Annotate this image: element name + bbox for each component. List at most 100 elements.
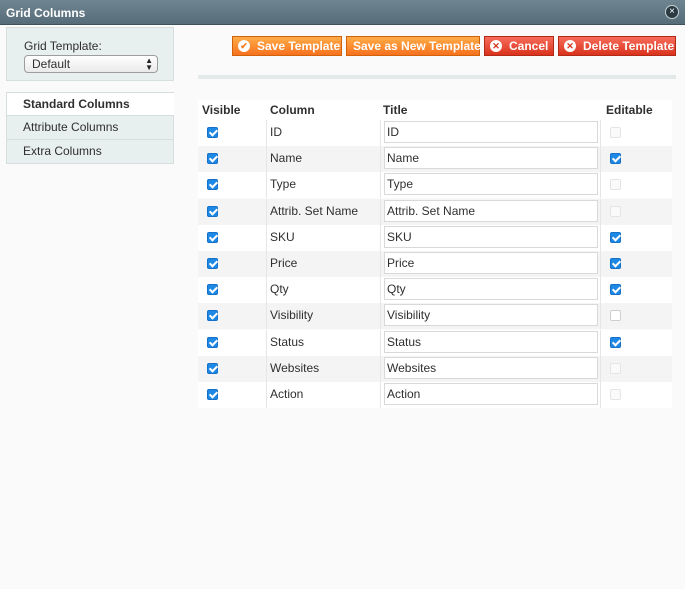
editable-checkbox[interactable] [610,336,621,348]
table-row: SKU SKU [198,224,672,251]
save-as-new-template-button[interactable]: Save as New Template [346,36,481,56]
column-name: Qty [270,282,289,297]
column-separator [380,198,381,225]
save-as-new-template-label: Save as New Template [353,39,481,53]
title-input[interactable]: Type [384,173,598,196]
header-visible: Visible [202,103,241,117]
column-separator [380,224,381,251]
column-separator [600,251,601,277]
visible-checkbox[interactable] [207,336,218,348]
tab-standard-columns[interactable]: Standard Columns [6,92,174,116]
editable-checkbox[interactable] [610,310,621,322]
grid-template-label: Grid Template: [24,39,102,53]
delete-template-label: Delete Template [583,39,675,53]
column-separator [266,172,267,199]
save-template-button[interactable]: ✔ Save Template [232,36,342,56]
editable-checkbox [610,362,621,374]
column-name: Type [270,177,297,192]
column-name: Action [270,387,304,401]
cancel-label: Cancel [509,39,549,53]
title-input[interactable]: ID [384,121,598,143]
window-title: Grid Columns [6,6,86,20]
title-input[interactable]: Name [384,147,598,170]
column-separator [600,355,601,382]
column-separator [380,382,381,408]
column-separator [600,224,601,251]
column-name: SKU [270,229,295,244]
editable-checkbox [610,205,621,217]
columns-grid: Visible Column Title Editable ID ID Name Na… [198,100,672,408]
column-separator [266,198,267,225]
window-titlebar: Grid Columns × [0,0,685,25]
title-input[interactable]: Visibility [384,304,598,327]
table-row: ID ID [198,120,672,146]
column-name: Price [270,256,298,270]
column-separator [266,277,267,304]
title-input[interactable]: Price [384,252,598,274]
tab-attribute-columns[interactable]: Attribute Columns [6,116,174,140]
visible-checkbox[interactable] [207,231,218,243]
title-input[interactable]: SKU [384,225,598,248]
title-input[interactable]: Status [384,330,598,353]
editable-checkbox[interactable] [610,153,621,165]
table-row: Qty Qty [198,277,672,304]
column-separator [266,355,267,382]
visible-checkbox[interactable] [207,389,218,400]
column-separator [266,120,267,146]
table-row: Price Price [198,251,672,277]
table-row: Websites Websites [198,355,672,382]
editable-checkbox [610,179,621,191]
column-separator [266,224,267,251]
column-separator [266,329,267,356]
editable-checkbox [610,389,621,400]
save-template-label: Save Template [257,39,341,53]
grid-template-value: Default [32,57,71,71]
visible-checkbox[interactable] [207,127,218,138]
column-separator [600,198,601,225]
column-separator [600,146,601,173]
check-icon: ✔ [238,40,250,52]
title-input[interactable]: Attrib. Set Name [384,199,598,222]
editable-checkbox[interactable] [610,284,621,296]
column-tabs: Standard Columns Attribute Columns Extra… [6,92,174,164]
visible-checkbox[interactable] [207,258,218,269]
grid-template-select[interactable]: Default ▲ ▼ [24,55,158,73]
column-name: Status [270,334,305,349]
column-name: Websites [270,360,320,375]
table-row: Action Action [198,382,672,408]
visible-checkbox[interactable] [207,310,218,322]
column-separator [600,172,601,199]
close-icon[interactable]: × [665,5,679,19]
cancel-icon: ✕ [490,40,502,52]
select-arrows-icon: ▲ ▼ [145,56,153,72]
column-separator [380,329,381,356]
editable-checkbox [610,127,621,138]
delete-icon: ✕ [564,40,576,52]
tab-extra-columns[interactable]: Extra Columns [6,140,174,164]
column-name: Name [270,151,303,166]
column-separator [266,251,267,277]
column-separator [380,172,381,199]
title-input[interactable]: Action [384,383,598,405]
table-row: Name Name [198,146,672,173]
header-title: Title [383,103,408,117]
visible-checkbox[interactable] [207,362,218,374]
editable-checkbox[interactable] [610,258,621,269]
grid-template-panel: Grid Template: Default ▲ ▼ [6,27,174,81]
column-separator [266,146,267,173]
visible-checkbox[interactable] [207,205,218,217]
column-separator [600,277,601,304]
visible-checkbox[interactable] [207,153,218,165]
table-row: Type Type [198,172,672,199]
delete-template-button[interactable]: ✕ Delete Template [558,36,676,56]
divider [198,75,676,79]
visible-checkbox[interactable] [207,284,218,296]
editable-checkbox[interactable] [610,231,621,243]
visible-checkbox[interactable] [207,179,218,191]
column-separator [600,382,601,408]
table-row: Attrib. Set Name Attrib. Set Name [198,198,672,225]
title-input[interactable]: Websites [384,356,598,379]
title-input[interactable]: Qty [384,278,598,301]
table-row: Visibility Visibility [198,303,672,330]
cancel-button[interactable]: ✕ Cancel [484,36,554,56]
